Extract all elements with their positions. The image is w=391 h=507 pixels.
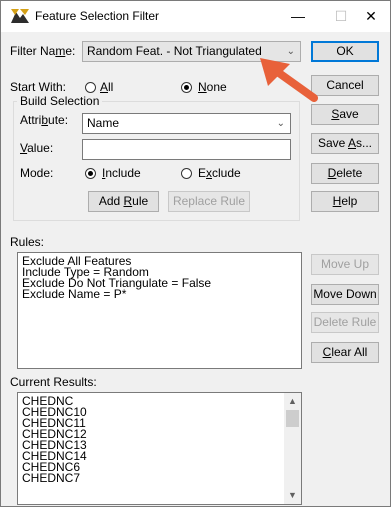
annotation-arrow-icon — [260, 58, 318, 102]
delete-rule-button[interactable]: Delete Rule — [311, 312, 379, 333]
help-button[interactable]: Help — [311, 191, 379, 212]
scroll-up-arrow-icon[interactable]: ▲ — [284, 393, 301, 410]
clear-all-button[interactable]: Clear All — [311, 342, 379, 363]
build-selection-legend: Build Selection — [17, 94, 103, 108]
mode-exclude-label[interactable]: Exclude — [198, 166, 241, 180]
mode-exclude-radio[interactable] — [181, 168, 192, 179]
chevron-down-icon: ⌄ — [276, 118, 285, 129]
filter-name-label: Filter Name: — [10, 44, 76, 58]
start-with-label: Start With: — [10, 80, 67, 94]
start-with-all-label[interactable]: All — [100, 80, 113, 94]
current-results-list[interactable]: CHEDNC CHEDNC10 CHEDNC11 CHEDNC12 CHEDNC… — [17, 392, 302, 505]
save-as-button[interactable]: Save As... — [311, 133, 379, 154]
scroll-down-arrow-icon[interactable]: ▼ — [284, 487, 301, 504]
feature-selection-filter-dialog: Feature Selection Filter — ☐ ✕ Filter Na… — [0, 0, 391, 507]
value-label: Value: — [20, 141, 54, 155]
attribute-label: Attribute: — [20, 113, 69, 127]
title-bar[interactable]: Feature Selection Filter — ☐ ✕ — [1, 1, 390, 32]
start-with-all-radio[interactable] — [85, 82, 96, 93]
minimize-button[interactable]: — — [278, 1, 318, 32]
value-input[interactable] — [82, 139, 291, 160]
replace-rule-button[interactable]: Replace Rule — [168, 191, 250, 212]
rules-label: Rules: — [10, 235, 45, 249]
mode-label: Mode: — [20, 166, 54, 180]
results-scrollbar[interactable]: ▲ ▼ — [284, 393, 301, 504]
list-item[interactable]: CHEDNC7 — [18, 472, 301, 484]
move-up-button[interactable]: Move Up — [311, 254, 379, 275]
start-with-none-label[interactable]: None — [198, 80, 227, 94]
rule-item[interactable]: Exclude Name = P* — [18, 288, 301, 300]
mode-include-radio[interactable] — [85, 168, 96, 179]
attribute-value: Name — [87, 116, 120, 130]
attribute-dropdown[interactable]: Name ⌄ — [82, 113, 291, 134]
mode-include-label[interactable]: Include — [102, 166, 141, 180]
move-down-button[interactable]: Move Down — [311, 284, 379, 305]
rules-list[interactable]: Exclude All Features Include Type = Rand… — [17, 252, 302, 369]
save-button[interactable]: Save — [311, 104, 379, 125]
start-with-none-radio[interactable] — [181, 82, 192, 93]
close-button[interactable]: ✕ — [351, 1, 391, 32]
delete-button[interactable]: Delete — [311, 163, 379, 184]
filter-name-value: Random Feat. - Not Triangulated — [87, 44, 262, 58]
app-icon — [11, 9, 29, 23]
ok-button[interactable]: OK — [311, 41, 379, 62]
add-rule-button[interactable]: Add Rule — [88, 191, 159, 212]
scroll-thumb[interactable] — [286, 410, 299, 427]
cancel-button[interactable]: Cancel — [311, 75, 379, 96]
window-title: Feature Selection Filter — [35, 9, 160, 23]
current-results-label: Current Results: — [10, 375, 97, 389]
